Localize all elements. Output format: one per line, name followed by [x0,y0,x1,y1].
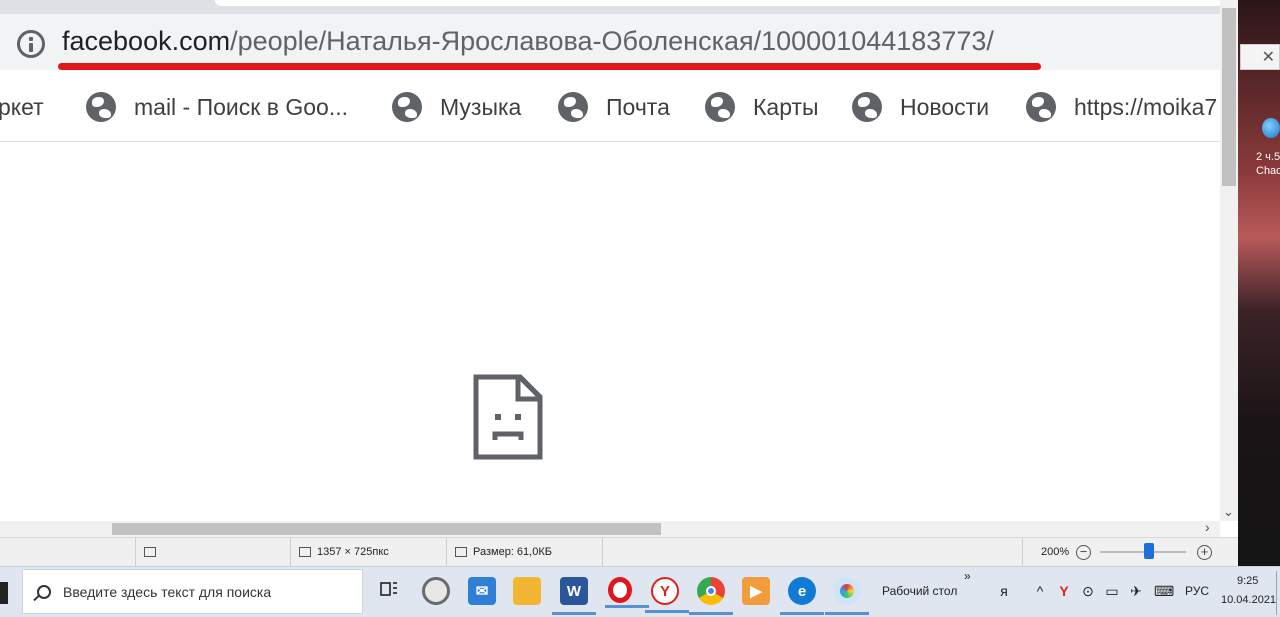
selection-cell [135,538,162,566]
desktop-shortcut-label: 2 ч.5 Chad [1256,151,1280,177]
vertical-scrollbar[interactable]: ⌃ ⌄ [1220,0,1238,521]
people-icon[interactable]: ᴙ [996,584,1012,598]
bookmarks-bar: ркет mail - Поиск в Goo... Музыка Почта … [0,72,1225,142]
address-bar[interactable]: facebook.com/people/Наталья-Ярославова-О… [0,14,1225,70]
globe-icon [1026,92,1056,122]
browser-window: facebook.com/people/Наталья-Ярославова-О… [0,0,1238,566]
size-cell: Размер: 61,0КБ [446,538,552,566]
taskbar: Введите здесь текст для поиска ✉ W Y ▶ e… [0,566,1280,617]
info-icon[interactable] [17,30,45,58]
horizontal-scrollbar[interactable]: › [0,519,1220,537]
mail-icon[interactable]: ✉ [468,577,496,605]
scrollbar-thumb[interactable] [112,523,661,535]
clock-date[interactable]: 10.04.2021 [1221,594,1276,606]
scroll-right-arrow[interactable]: › [1205,519,1210,535]
zoom-out-button[interactable]: − [1076,545,1091,560]
search-placeholder: Введите здесь текст для поиска [63,583,272,600]
show-desktop-button[interactable] [1276,571,1280,615]
zoom-label: 200% [1022,538,1069,566]
dimensions-cell: 1357 × 725пкс [290,538,389,566]
red-underline-annotation [58,63,1041,70]
screen: ✕ 2 ч.5 Chad facebook.com/people/Наталья… [0,0,1280,617]
tab-strip [0,0,1238,14]
globe-icon [86,92,116,122]
bookmark-item[interactable]: Новости [852,90,989,124]
globe-icon [558,92,588,122]
disk-icon [455,547,467,557]
selection-icon [144,547,156,557]
desktop-wallpaper: ✕ 2 ч.5 Chad [1238,0,1280,566]
desktop-shortcut-icon[interactable] [1262,118,1280,138]
airplane-mode-icon[interactable]: ✈ [1128,584,1144,598]
empty-cell [602,538,1022,566]
zoom-in-button[interactable]: + [1197,545,1212,560]
dimensions-icon [299,547,311,557]
desktop-toolbar-label[interactable]: Рабочий стол [882,584,957,598]
edge-icon[interactable]: e [780,577,824,615]
onedrive-icon[interactable]: ⊙ [1080,584,1096,598]
globe-icon [392,92,422,122]
scrollbar-thumb[interactable] [1222,8,1236,186]
globe-icon [705,92,735,122]
scroll-down-arrow[interactable]: ⌄ [1223,504,1234,520]
battery-icon[interactable]: ▭ [1104,584,1120,598]
notification-popup[interactable]: ✕ [1240,44,1280,70]
taskbar-search[interactable]: Введите здесь текст для поиска [22,569,363,614]
zoom-slider-handle[interactable] [1144,543,1154,559]
url-host: facebook.com [62,26,231,56]
yandex-tray-icon[interactable]: Y [1056,584,1072,598]
chrome-icon[interactable] [689,577,733,615]
active-tab-edge[interactable] [215,0,1225,6]
language-indicator[interactable]: РУС [1185,584,1209,598]
task-view-icon[interactable] [380,581,398,599]
globe-icon [852,92,882,122]
circle-app-icon[interactable] [422,577,450,605]
url-text[interactable]: facebook.com/people/Наталья-Ярославова-О… [62,26,994,57]
sad-document-icon [473,374,543,460]
bookmark-item[interactable]: https://moika7 [1026,90,1217,124]
media-player-icon[interactable]: ▶ [742,577,770,605]
opera-icon[interactable] [605,577,649,608]
bookmark-item[interactable]: mail - Поиск в Goo... [86,90,348,124]
folder-icon[interactable] [513,577,541,605]
close-icon[interactable]: ✕ [1262,47,1275,67]
keyboard-icon[interactable]: ⌨ [1154,584,1174,598]
show-hidden-icons-chevron[interactable]: ^ [1032,584,1048,598]
bookmark-item[interactable]: Карты [705,90,819,124]
zoom-slider[interactable] [1100,551,1186,553]
bookmark-item[interactable]: ркет [0,90,44,124]
word-icon[interactable]: W [552,577,596,615]
search-icon [37,584,51,599]
bookmark-item[interactable]: Музыка [392,90,521,124]
url-path: /people/Наталья-Ярославова-Оболенская/10… [230,26,994,56]
status-bar: 1357 × 725пкс Размер: 61,0КБ 200% − + [0,537,1238,566]
paint-icon[interactable] [825,577,869,615]
start-button[interactable] [0,582,8,604]
bookmark-item[interactable]: Почта [558,90,670,124]
toolbar-overflow-chevron[interactable]: » [964,569,971,583]
clock-time[interactable]: 9:25 [1237,575,1258,587]
yandex-icon[interactable]: Y [645,577,689,613]
